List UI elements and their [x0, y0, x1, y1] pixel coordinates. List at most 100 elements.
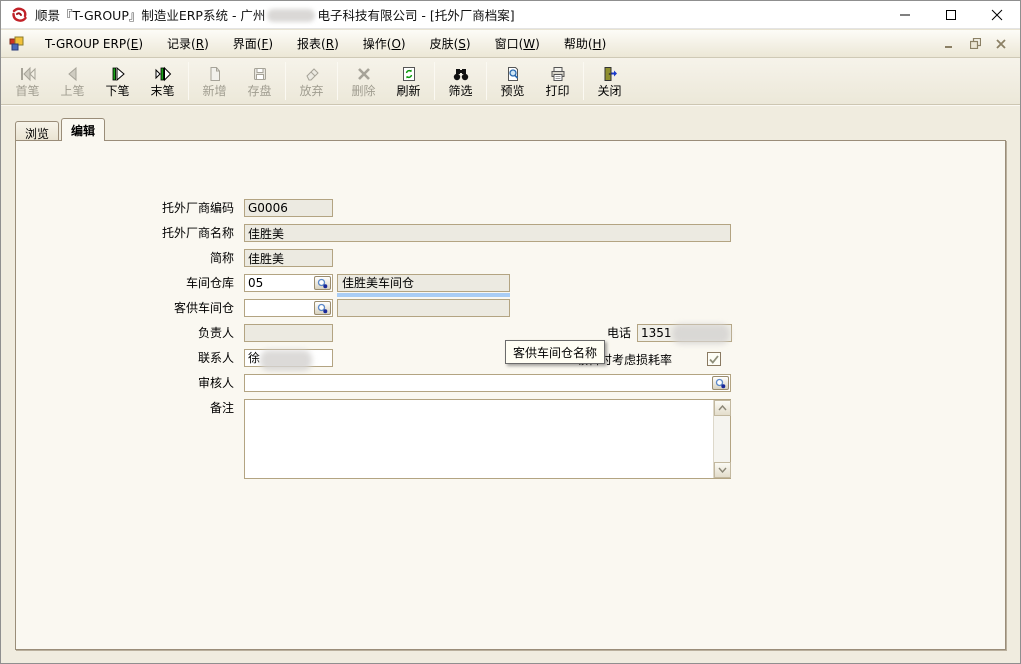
auditor-combo — [244, 374, 731, 392]
tab-strip: 浏览 编辑 — [15, 118, 107, 141]
workshop-warehouse-name-box: 佳胜美车间仓 — [337, 274, 510, 292]
vendor-name-input[interactable] — [244, 224, 731, 242]
vendor-code-label: 托外厂商编码 — [16, 201, 234, 216]
chevron-down-icon — [718, 467, 727, 473]
next-record-button[interactable]: 下笔 — [95, 60, 140, 102]
mdi-restore-button[interactable] — [968, 37, 982, 51]
short-name-label: 简称 — [16, 251, 234, 266]
loss-rate-checkbox[interactable] — [707, 352, 721, 366]
magnifier-lookup-icon — [317, 278, 328, 289]
menu-window[interactable]: 窗口(W) — [485, 31, 550, 56]
refresh-icon — [401, 66, 417, 82]
magnifier-lookup-icon — [317, 303, 328, 314]
toolbar-separator — [583, 62, 584, 100]
phone-input[interactable]: 1351 — [637, 324, 732, 342]
minimize-icon — [899, 9, 911, 21]
first-record-button[interactable]: 首笔 — [5, 60, 50, 102]
mdi-window-controls — [942, 37, 1020, 51]
menu-help[interactable]: 帮助(H) — [554, 31, 616, 56]
last-record-button[interactable]: 末笔 — [140, 60, 185, 102]
scroll-up-button[interactable] — [714, 400, 731, 416]
print-preview-icon — [505, 66, 521, 82]
workshop-warehouse-combo — [244, 274, 333, 292]
mdi-restore-icon — [970, 38, 981, 49]
redaction-blur — [267, 9, 315, 22]
close-icon — [991, 9, 1003, 21]
mdi-minimize-icon — [944, 39, 954, 49]
next-record-icon — [109, 66, 127, 82]
abandon-button[interactable]: 放弃 — [289, 60, 334, 102]
menubar: T-GROUP ERP(E) 记录(R) 界面(F) 报表(R) 操作(O) 皮… — [1, 29, 1020, 58]
customer-warehouse-name-box — [337, 299, 510, 317]
redaction-blur — [672, 324, 730, 344]
menu-record[interactable]: 记录(R) — [157, 31, 219, 56]
redaction-blur — [260, 350, 312, 371]
prev-record-button[interactable]: 上笔 — [50, 60, 95, 102]
app-logo-icon — [10, 6, 28, 24]
toolbar: 首笔 上笔 下笔 末笔 新增 存盘 放弃 删除 — [1, 58, 1020, 105]
delete-x-icon — [356, 66, 372, 82]
phone-label: 电话 — [516, 326, 631, 341]
customer-warehouse-lookup-button[interactable] — [314, 301, 331, 315]
memo-label: 备注 — [16, 401, 234, 416]
first-record-icon — [19, 66, 37, 82]
save-button[interactable]: 存盘 — [237, 60, 282, 102]
new-document-icon — [207, 66, 223, 82]
last-record-icon — [154, 66, 172, 82]
maximize-button[interactable] — [928, 1, 974, 29]
prev-record-icon — [64, 66, 82, 82]
menu-tgroup-erp[interactable]: T-GROUP ERP(E) — [35, 33, 153, 55]
refresh-button[interactable]: 刷新 — [386, 60, 431, 102]
menu-report[interactable]: 报表(R) — [287, 31, 349, 56]
menu-skin[interactable]: 皮肤(S) — [420, 31, 481, 56]
manager-label: 负责人 — [16, 326, 234, 341]
toolbar-separator — [188, 62, 189, 100]
auditor-input[interactable] — [244, 374, 731, 392]
memo-scrollbar[interactable] — [713, 400, 730, 478]
customer-warehouse-combo — [244, 299, 333, 317]
toolbar-separator — [486, 62, 487, 100]
new-button[interactable]: 新增 — [192, 60, 237, 102]
close-window-button[interactable]: 关闭 — [587, 60, 632, 102]
window-title: 顺景『T-GROUP』制造业ERP系统 - 广州电子科技有限公司 - [托外厂商… — [35, 5, 515, 24]
minimize-button[interactable] — [882, 1, 928, 29]
memo-textarea[interactable] — [244, 399, 731, 479]
scroll-down-button[interactable] — [714, 462, 731, 478]
menu-operation[interactable]: 操作(O) — [353, 31, 416, 56]
preview-button[interactable]: 预览 — [490, 60, 535, 102]
maximize-icon — [945, 9, 957, 21]
close-button[interactable] — [974, 1, 1020, 29]
delete-button[interactable]: 删除 — [341, 60, 386, 102]
vendor-code-input[interactable] — [244, 199, 333, 217]
contact-label: 联系人 — [16, 351, 234, 366]
checkmark-icon — [709, 355, 719, 364]
mdi-close-icon — [996, 39, 1006, 49]
short-name-input[interactable] — [244, 249, 333, 267]
menubar-app-icon — [9, 36, 25, 52]
menu-interface[interactable]: 界面(F) — [223, 31, 283, 56]
auditor-label: 审核人 — [16, 376, 234, 391]
binoculars-icon — [452, 66, 470, 82]
toolbar-separator — [337, 62, 338, 100]
customer-warehouse-label: 客供车间仓 — [16, 301, 234, 316]
save-floppy-icon — [252, 66, 268, 82]
filter-button[interactable]: 筛选 — [438, 60, 483, 102]
auditor-lookup-button[interactable] — [712, 376, 729, 390]
printer-icon — [550, 66, 566, 82]
chevron-up-icon — [718, 405, 727, 411]
tab-browse[interactable]: 浏览 — [15, 121, 59, 141]
workshop-warehouse-label: 车间仓库 — [16, 276, 234, 291]
workshop-warehouse-lookup-button[interactable] — [314, 276, 331, 290]
contact-input[interactable]: 徐 — [244, 349, 333, 367]
mdi-close-button[interactable] — [994, 37, 1008, 51]
mdi-minimize-button[interactable] — [942, 37, 956, 51]
manager-input[interactable] — [244, 324, 333, 342]
print-button[interactable]: 打印 — [535, 60, 580, 102]
toolbar-separator — [285, 62, 286, 100]
magnifier-lookup-icon — [715, 378, 726, 389]
vendor-name-label: 托外厂商名称 — [16, 226, 234, 241]
edit-tab-panel: 托外厂商编码 托外厂商名称 简称 车间仓库 佳胜美车间仓 客供车间仓 — [15, 140, 1006, 650]
tab-edit[interactable]: 编辑 — [61, 118, 105, 141]
focus-highlight-bar — [337, 293, 510, 297]
titlebar: 顺景『T-GROUP』制造业ERP系统 - 广州电子科技有限公司 - [托外厂商… — [1, 1, 1020, 29]
